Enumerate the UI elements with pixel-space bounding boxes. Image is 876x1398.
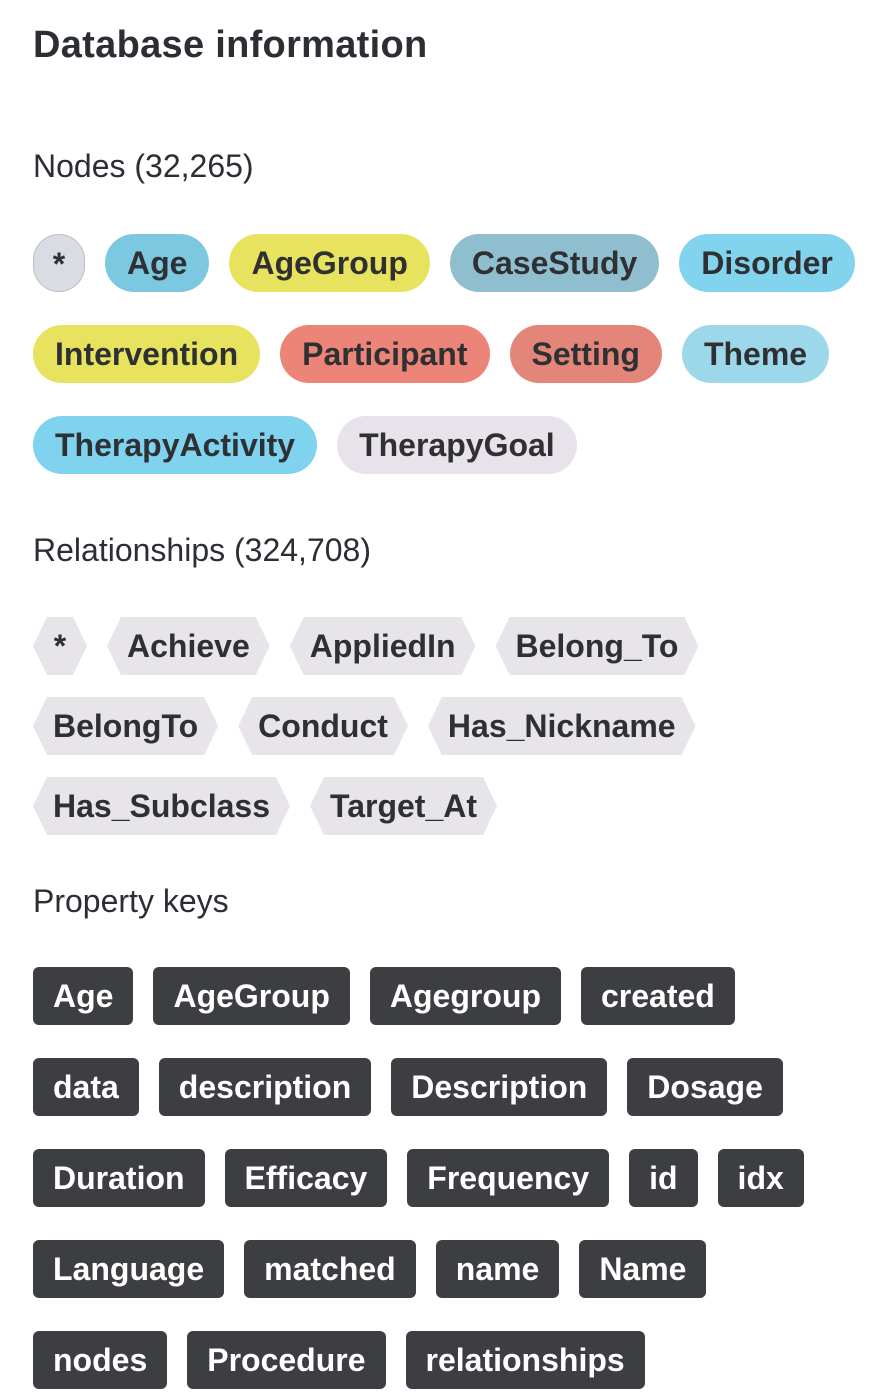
node-label-all[interactable]: *: [33, 234, 85, 292]
relationship-type-appliedin[interactable]: AppliedIn: [290, 617, 476, 675]
panel-title: Database information: [33, 24, 428, 66]
property-key-chip[interactable]: Agegroup: [369, 967, 561, 1025]
node-labels-row-3: TherapyActivity TherapyGoal: [33, 416, 597, 474]
relationship-type-belongto[interactable]: BelongTo: [33, 697, 218, 755]
relationship-type-conduct[interactable]: Conduct: [238, 697, 408, 755]
property-key-chip[interactable]: Procedure: [187, 1331, 386, 1389]
node-label-agegroup[interactable]: AgeGroup: [229, 234, 430, 292]
relationships-heading: Relationships (324,708): [33, 532, 371, 568]
property-keys-row-2: data description Description Dosage: [33, 1058, 803, 1116]
property-key-chip[interactable]: name: [435, 1240, 560, 1298]
node-label-intervention[interactable]: Intervention: [33, 325, 261, 383]
property-key-chip[interactable]: Age: [33, 967, 134, 1025]
relationship-type-has-nickname[interactable]: Has_Nickname: [428, 697, 696, 755]
node-label-participant[interactable]: Participant: [280, 325, 490, 383]
property-key-chip[interactable]: data: [33, 1058, 139, 1116]
property-key-chip[interactable]: relationships: [405, 1331, 645, 1389]
property-keys-row-4: Language matched name Name: [33, 1240, 726, 1298]
node-labels-row-1: * Age AgeGroup CaseStudy Disorder: [33, 234, 875, 292]
relationship-type-belong-to[interactable]: Belong_To: [496, 617, 699, 675]
node-label-theme[interactable]: Theme: [681, 325, 830, 383]
property-key-chip[interactable]: Description: [391, 1058, 608, 1116]
property-key-chip[interactable]: Dosage: [627, 1058, 783, 1116]
property-key-chip[interactable]: Language: [33, 1240, 225, 1298]
node-label-age[interactable]: Age: [105, 234, 210, 292]
property-key-chip[interactable]: Name: [579, 1240, 707, 1298]
property-key-chip[interactable]: id: [629, 1149, 698, 1207]
node-labels-row-2: Intervention Participant Setting Theme: [33, 325, 849, 383]
relationship-types-row-2: BelongTo Conduct Has_Nickname: [33, 697, 716, 755]
property-keys-row-5: nodes Procedure relationships: [33, 1331, 665, 1389]
property-key-chip[interactable]: created: [580, 967, 735, 1025]
property-key-chip[interactable]: description: [158, 1058, 372, 1116]
property-keys-row-3: Duration Efficacy Frequency id idx: [33, 1149, 824, 1207]
property-key-chip[interactable]: Duration: [33, 1149, 205, 1207]
node-label-casestudy[interactable]: CaseStudy: [449, 234, 660, 292]
property-key-chip[interactable]: Frequency: [407, 1149, 610, 1207]
relationship-type-has-subclass[interactable]: Has_Subclass: [33, 777, 290, 835]
relationship-type-target-at[interactable]: Target_At: [310, 777, 497, 835]
relationship-type-all[interactable]: *: [33, 617, 87, 675]
node-label-therapygoal[interactable]: TherapyGoal: [337, 416, 577, 474]
node-label-therapyactivity[interactable]: TherapyActivity: [33, 416, 318, 474]
node-label-setting[interactable]: Setting: [509, 325, 662, 383]
node-label-disorder[interactable]: Disorder: [679, 234, 855, 292]
property-keys-row-1: Age AgeGroup Agegroup created: [33, 967, 755, 1025]
property-key-chip[interactable]: AgeGroup: [153, 967, 350, 1025]
relationship-type-achieve[interactable]: Achieve: [107, 617, 270, 675]
property-key-chip[interactable]: idx: [717, 1149, 804, 1207]
nodes-heading: Nodes (32,265): [33, 148, 254, 184]
property-keys-heading: Property keys: [33, 883, 229, 919]
property-key-chip[interactable]: matched: [244, 1240, 416, 1298]
relationship-types-row-3: Has_Subclass Target_At: [33, 777, 517, 835]
property-key-chip[interactable]: nodes: [33, 1331, 168, 1389]
relationship-types-row-1: * Achieve AppliedIn Belong_To: [33, 617, 718, 675]
database-information-panel: Database information Nodes (32,265) * Ag…: [0, 0, 876, 1398]
property-key-chip[interactable]: Efficacy: [224, 1149, 388, 1207]
